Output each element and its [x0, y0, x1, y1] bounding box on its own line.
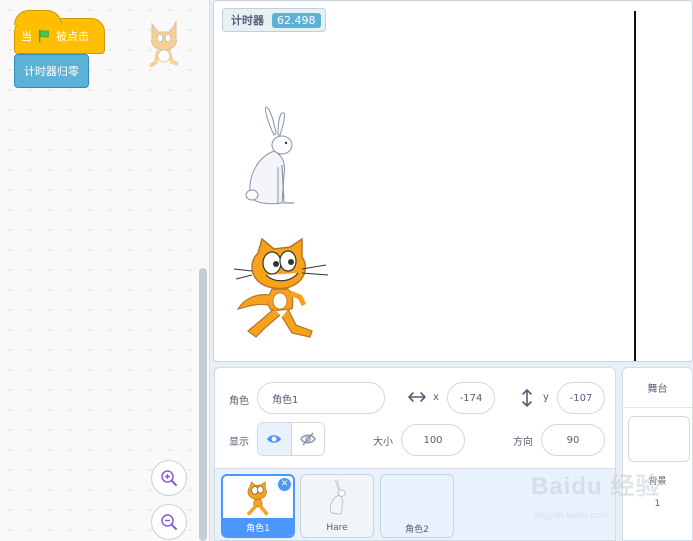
y-position-input[interactable]: -107 — [557, 382, 605, 414]
reset-timer-block[interactable]: 计时器归零 — [14, 54, 89, 88]
zoom-in-button[interactable] — [151, 460, 187, 496]
sprite-name-input[interactable]: 角色1 — [257, 382, 385, 414]
sprite-watermark-icon — [148, 20, 179, 68]
hare-sprite[interactable] — [238, 105, 300, 207]
stage-line — [634, 11, 636, 361]
sprite-tile-3[interactable]: 角色2 — [380, 474, 454, 538]
cat-thumbnail-icon — [246, 481, 269, 516]
reset-timer-label: 计时器归零 — [24, 65, 79, 78]
code-area-scrollbar[interactable] — [199, 268, 207, 541]
code-area[interactable]: 当 被点击 计时器归零 — [0, 0, 210, 541]
eye-slash-icon — [299, 432, 316, 446]
sprite-tile-2[interactable]: Hare — [300, 474, 374, 538]
direction-input[interactable]: 90 — [541, 424, 605, 456]
show-sprite-button[interactable] — [258, 423, 292, 455]
stage-selector-panel[interactable]: 舞台 背景 1 — [622, 367, 693, 541]
hat-block-suffix: 被点击 — [56, 30, 89, 43]
timer-monitor-value: 62.498 — [272, 12, 321, 28]
x-label: x — [433, 392, 439, 403]
backdrop-count: 1 — [654, 499, 661, 509]
zoom-in-icon — [161, 470, 177, 486]
when-flag-clicked-block[interactable]: 当 被点击 — [14, 10, 105, 54]
eye-icon — [267, 435, 282, 443]
visibility-toggle — [257, 422, 325, 456]
backdrop-label: 背景 — [648, 477, 667, 487]
sprite-tile-1-label: 角色1 — [223, 518, 293, 536]
y-arrow-icon — [522, 389, 532, 407]
timer-monitor-label: 计时器 — [231, 14, 264, 27]
timer-monitor[interactable]: 计时器 62.498 — [222, 8, 326, 32]
x-position-input[interactable]: -174 — [447, 382, 495, 414]
sprite-name-label: 角色 — [229, 396, 249, 407]
delete-sprite-icon[interactable]: ✕ — [278, 478, 291, 491]
sprite-info-panel: 角色 角色1 x -174 y -107 显示 大小 100 方向 90 — [214, 367, 616, 469]
y-label: y — [543, 392, 549, 403]
stage-panel-title: 舞台 — [623, 368, 692, 408]
stage[interactable]: 计时器 62.498 — [213, 0, 693, 362]
size-input[interactable]: 100 — [401, 424, 465, 456]
sprite-list: ✕ 角色1 Hare 角色2 — [214, 469, 616, 541]
cat-sprite[interactable] — [232, 235, 330, 341]
show-label: 显示 — [229, 437, 249, 448]
hide-sprite-button[interactable] — [291, 423, 324, 455]
hare-thumbnail-icon — [329, 479, 346, 515]
sprite-tile-3-label: 角色2 — [405, 524, 429, 535]
hat-block-prefix: 当 — [21, 30, 32, 43]
green-flag-icon — [38, 29, 49, 43]
zoom-out-button[interactable] — [151, 504, 187, 540]
size-label: 大小 — [373, 437, 393, 448]
direction-label: 方向 — [513, 437, 533, 448]
sprite-tile-1[interactable]: ✕ 角色1 — [221, 474, 295, 538]
sprite-tile-2-label: Hare — [326, 523, 348, 533]
zoom-out-icon — [161, 514, 177, 530]
stage-thumbnail[interactable] — [628, 416, 690, 462]
x-arrow-icon — [408, 392, 426, 402]
